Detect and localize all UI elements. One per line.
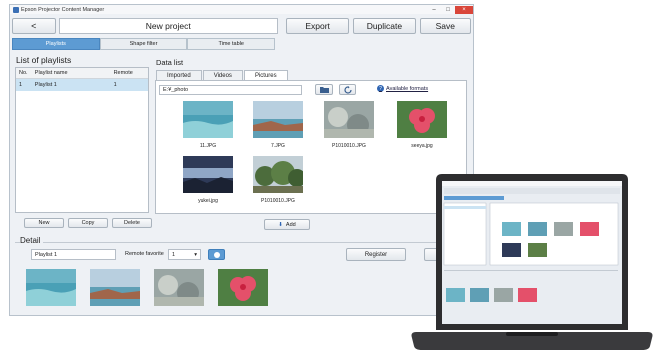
main-tabs: Playlists Shape filter Time table	[12, 38, 276, 50]
register-button[interactable]: Register	[346, 248, 406, 261]
delete-playlist-button[interactable]: Delete	[112, 218, 152, 228]
folder-icon	[319, 87, 329, 93]
available-formats-link[interactable]: ? Available formats	[377, 85, 428, 92]
row-no: 1	[19, 82, 23, 88]
detail-thumbnail[interactable]	[90, 269, 140, 306]
tab-shape-filter[interactable]: Shape filter	[99, 38, 188, 50]
trees-photo	[253, 156, 306, 193]
new-playlist-button[interactable]: New	[24, 218, 64, 228]
rocks-photo	[324, 101, 374, 138]
sea-photo	[183, 101, 233, 138]
back-button[interactable]: <	[12, 18, 56, 34]
close-icon[interactable]: ×	[455, 5, 473, 14]
flower-photo	[397, 101, 447, 138]
window-title: Epson Projector Content Manager	[21, 6, 105, 13]
tab-time-table[interactable]: Time table	[187, 38, 276, 50]
file-thumbnail[interactable]: seeya.jpg	[396, 101, 448, 149]
tab-pictures[interactable]: Pictures	[243, 70, 288, 80]
info-icon	[213, 251, 220, 258]
file-name: yukei.jpg	[198, 198, 218, 204]
detail-divider	[15, 242, 471, 243]
column-name: Playlist name	[34, 70, 68, 76]
remote-favorite-value: 1	[172, 251, 176, 258]
data-list-title: Data list	[156, 58, 184, 67]
file-name: seeya.jpg	[411, 143, 433, 149]
playlists-table: No. Playlist name Remote 1 Playlist 1 1	[15, 67, 149, 213]
laptop-illustration	[411, 174, 653, 350]
remote-favorite-label: Remote favorite	[125, 251, 164, 257]
file-thumbnail[interactable]: 11.JPG	[182, 101, 234, 149]
file-thumbnail[interactable]: P1010010.JPG	[323, 101, 375, 149]
add-arrow-icon: ⬇	[278, 221, 283, 228]
tab-playlists[interactable]: Playlists	[12, 38, 100, 50]
sunset-photo	[183, 156, 233, 193]
file-thumbnail[interactable]: P1010010.JPG	[252, 156, 306, 204]
detail-thumbnail[interactable]	[26, 269, 76, 306]
table-row[interactable]: 1 Playlist 1 1	[16, 79, 148, 91]
detail-thumbnail[interactable]	[218, 269, 268, 306]
playlist-buttons: New Copy Delete	[24, 218, 156, 228]
folder-path-field[interactable]: E:¥_photo	[159, 85, 302, 95]
duplicate-button[interactable]: Duplicate	[353, 18, 416, 34]
row-name: Playlist 1	[34, 82, 57, 88]
chevron-down-icon: ▾	[194, 251, 197, 258]
playlists-title: List of playlists	[16, 55, 72, 65]
refresh-icon	[343, 85, 352, 94]
project-name-field[interactable]: New project	[58, 18, 278, 34]
column-no: No.	[19, 70, 28, 76]
export-button[interactable]: Export	[285, 18, 350, 34]
folder-button[interactable]	[315, 84, 333, 95]
file-name: 11.JPG	[199, 143, 217, 149]
tab-imported[interactable]: Imported	[156, 70, 202, 80]
column-remote: Remote	[113, 70, 133, 76]
save-button[interactable]: Save	[419, 18, 471, 34]
file-name: 7.JPG	[271, 143, 285, 149]
title-bar: Epson Projector Content Manager – □ ×	[10, 5, 473, 14]
detail-thumbnail[interactable]	[154, 269, 204, 306]
refresh-button[interactable]	[339, 84, 356, 95]
toolbar: < New project Export Duplicate Save	[12, 17, 471, 35]
remote-info-button[interactable]	[208, 249, 225, 260]
data-list-tabs: Imported Videos Pictures	[156, 70, 289, 80]
copy-playlist-button[interactable]: Copy	[68, 218, 108, 228]
add-label: Add	[285, 221, 296, 228]
file-name: P1010010.JPG	[261, 198, 295, 204]
detail-title: Detail	[20, 236, 44, 245]
playlists-table-header: No. Playlist name Remote	[16, 68, 148, 79]
app-window: Epson Projector Content Manager – □ × < …	[9, 4, 484, 316]
file-name: P1010010.JPG	[332, 143, 366, 149]
app-icon	[13, 6, 19, 13]
add-button[interactable]: ⬇ Add	[264, 219, 310, 230]
minimize-icon[interactable]: –	[427, 6, 441, 14]
tab-videos[interactable]: Videos	[202, 70, 243, 80]
playlist-name-field[interactable]: Playlist 1	[31, 249, 116, 260]
file-thumbnail[interactable]: 7.JPG	[252, 101, 304, 149]
row-remote: 1	[113, 82, 117, 88]
coast-photo	[253, 101, 303, 138]
remote-favorite-select[interactable]: 1 ▾	[168, 249, 201, 260]
available-formats-label: Available formats	[386, 85, 429, 92]
file-thumbnail[interactable]: yukei.jpg	[182, 156, 234, 204]
maximize-icon[interactable]: □	[441, 6, 455, 14]
info-icon: ?	[377, 85, 384, 92]
